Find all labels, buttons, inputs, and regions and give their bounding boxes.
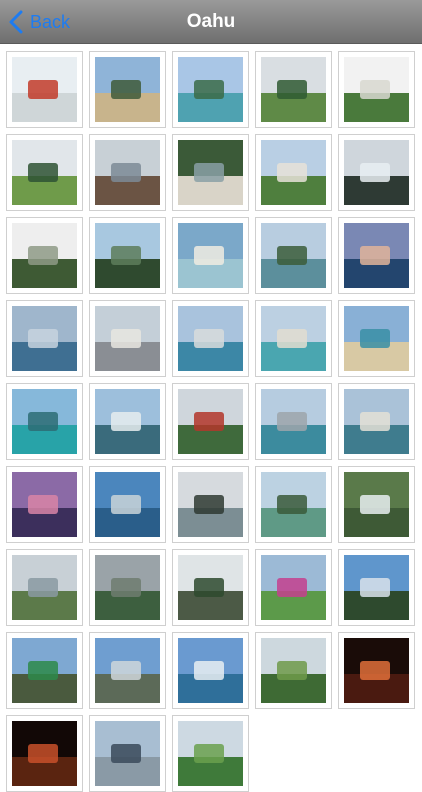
photo-thumbnail[interactable] <box>89 300 166 377</box>
photo-waterfall <box>344 472 409 537</box>
photo-beach-skyline <box>344 389 409 454</box>
photo-palms-overcast <box>178 472 243 537</box>
photo-cloudy-ridge <box>95 555 160 620</box>
photo-thumbnail[interactable] <box>89 383 166 460</box>
photo-thumbnail[interactable] <box>172 466 249 543</box>
photo-city-skyline-water <box>178 306 243 371</box>
photo-aerial-coast <box>95 472 160 537</box>
photo-road-sign <box>12 638 77 703</box>
photo-grid <box>6 51 419 792</box>
photo-palm-fronds <box>178 721 243 786</box>
photo-thumbnail[interactable] <box>255 217 332 294</box>
photo-thumbnail[interactable] <box>6 383 83 460</box>
photo-thumbnail[interactable] <box>172 549 249 626</box>
photo-villa-pool <box>178 223 243 288</box>
photo-torch-night <box>12 721 77 786</box>
photo-thumbnail[interactable] <box>89 715 166 792</box>
photo-thumbnail[interactable] <box>172 715 249 792</box>
photo-thumbnail[interactable] <box>6 466 83 543</box>
photo-harbor-towers <box>261 389 326 454</box>
back-button-label: Back <box>30 11 71 32</box>
photo-turquoise-water <box>12 389 77 454</box>
photo-luau-show <box>344 638 409 703</box>
photo-waikiki-shore <box>261 306 326 371</box>
photo-bare-tree-coast <box>95 223 160 288</box>
photo-highway-trees <box>178 555 243 620</box>
photo-thumbnail[interactable] <box>255 466 332 543</box>
photo-palm-sunset <box>12 472 77 537</box>
photo-thumbnail[interactable] <box>89 466 166 543</box>
photo-thumbnail[interactable] <box>255 632 332 709</box>
chevron-left-icon <box>9 10 23 34</box>
photo-house-gardens <box>261 140 326 205</box>
photo-open-road <box>95 638 160 703</box>
photo-valley-town <box>12 555 77 620</box>
photo-waves-cliff <box>344 140 409 205</box>
photo-thumbnail[interactable] <box>6 300 83 377</box>
photo-hotel-beach <box>344 306 409 371</box>
photo-thumbnail[interactable] <box>89 632 166 709</box>
photo-thumbnail[interactable] <box>255 383 332 460</box>
photo-foggy-field <box>12 223 77 288</box>
photo-thumbnail[interactable] <box>6 51 83 128</box>
photo-thumbnail[interactable] <box>89 51 166 128</box>
photo-stairway-garden <box>178 140 243 205</box>
photo-thumbnail[interactable] <box>172 217 249 294</box>
photo-sandy-beach-trees <box>95 57 160 122</box>
photo-white-house-palms <box>344 57 409 122</box>
photo-thumbnail[interactable] <box>338 134 415 211</box>
photo-red-pavilion <box>12 57 77 122</box>
photo-green-valley <box>261 57 326 122</box>
photo-thumbnail[interactable] <box>338 549 415 626</box>
photo-thumbnail[interactable] <box>255 549 332 626</box>
photo-ship-mast <box>95 721 160 786</box>
photo-reef-waves <box>95 389 160 454</box>
photo-coastal-clouds <box>178 638 243 703</box>
photo-bay-beach <box>261 223 326 288</box>
photo-thumbnail[interactable] <box>172 134 249 211</box>
photo-thumbnail[interactable] <box>6 549 83 626</box>
photo-cultural-dancers <box>261 555 326 620</box>
photo-byodo-temple <box>178 389 243 454</box>
navigation-bar: Back Oahu <box>0 0 422 44</box>
photo-tree-mountain <box>12 140 77 205</box>
photo-rocky-shore <box>95 140 160 205</box>
photo-thumbnail[interactable] <box>338 300 415 377</box>
photo-thumbnail[interactable] <box>6 134 83 211</box>
photo-thumbnail[interactable] <box>338 383 415 460</box>
photo-thumbnail[interactable] <box>338 632 415 709</box>
photo-thumbnail[interactable] <box>255 300 332 377</box>
photo-dusk-ocean <box>344 223 409 288</box>
photo-thumbnail[interactable] <box>89 549 166 626</box>
photo-thumbnail[interactable] <box>6 632 83 709</box>
photo-jungle-tree <box>261 638 326 703</box>
photo-thumbnail[interactable] <box>338 217 415 294</box>
photo-thumbnail[interactable] <box>89 217 166 294</box>
photo-thumbnail[interactable] <box>255 134 332 211</box>
photo-thumbnail[interactable] <box>255 51 332 128</box>
photo-thumbnail[interactable] <box>338 466 415 543</box>
photo-highrise-towers <box>95 306 160 371</box>
photo-thumbnail[interactable] <box>89 134 166 211</box>
photo-palms-blue-sky <box>344 555 409 620</box>
photo-thumbnail[interactable] <box>338 51 415 128</box>
photo-beach-lagoon <box>178 57 243 122</box>
photo-mokolii-island <box>261 472 326 537</box>
back-button[interactable]: Back <box>8 0 70 44</box>
photo-thumbnail[interactable] <box>6 715 83 792</box>
photo-thumbnail[interactable] <box>172 51 249 128</box>
photo-thumbnail[interactable] <box>172 300 249 377</box>
photo-thumbnail[interactable] <box>172 632 249 709</box>
photo-thumbnail[interactable] <box>6 217 83 294</box>
photo-misty-sea <box>12 306 77 371</box>
photo-thumbnail[interactable] <box>172 383 249 460</box>
